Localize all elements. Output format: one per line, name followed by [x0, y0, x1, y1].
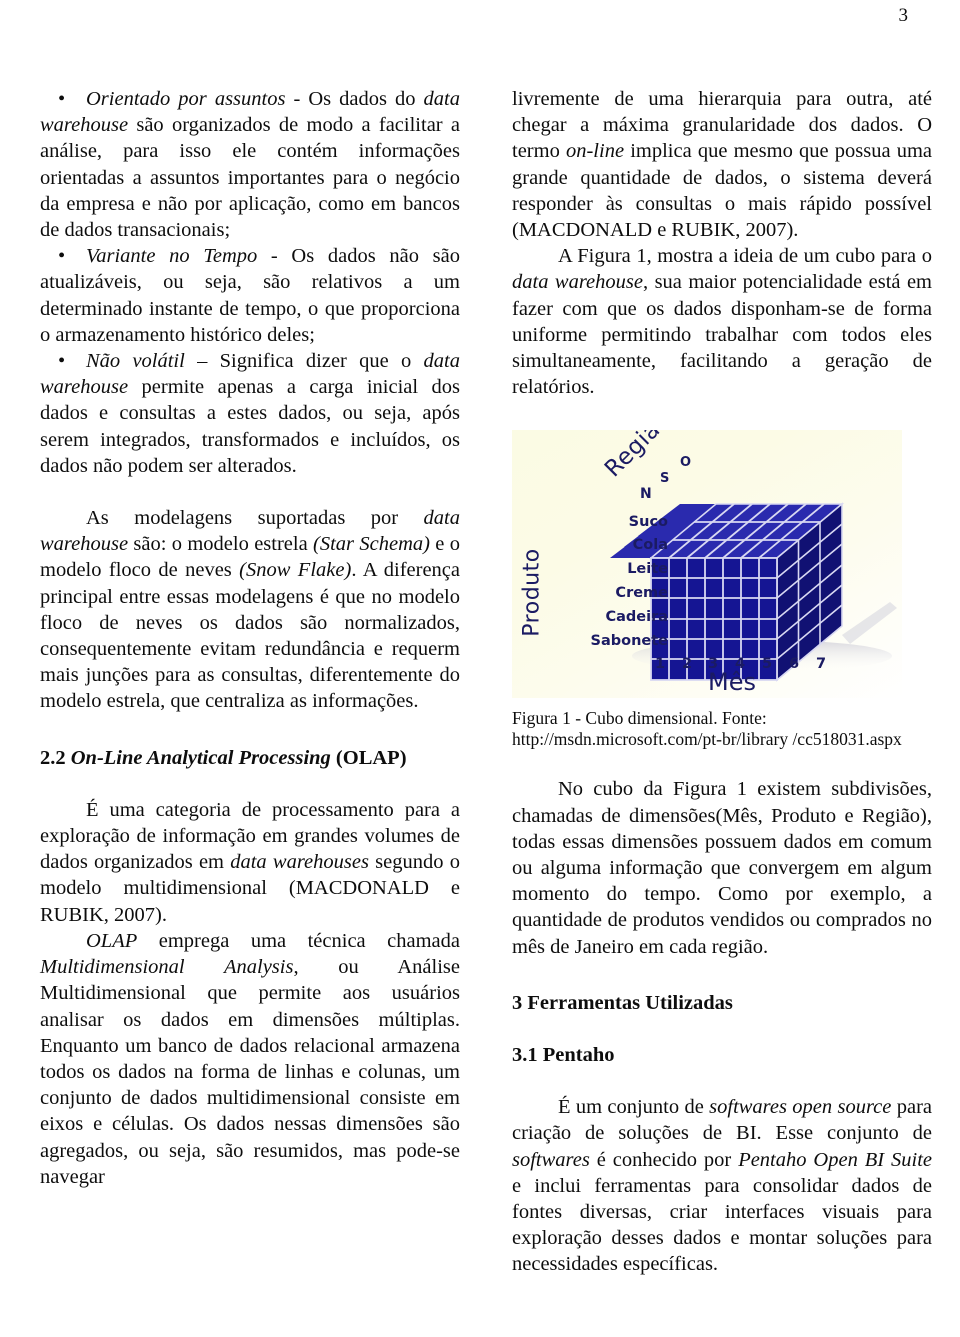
region-tick-o: O [680, 455, 692, 471]
product-tick-suco: Suco [628, 514, 668, 531]
bullet-orientado-por-assuntos: Orientado por assuntos - Os dados do dat… [40, 86, 460, 243]
document-page: 3 Orientado por assuntos - Os dados do d… [0, 0, 960, 1337]
text-run: . A diferença principal entre essas mode… [40, 559, 460, 713]
product-tick-cola: Cola [632, 537, 668, 554]
bullet-term: Orientado por assuntos [86, 88, 286, 110]
paragraph-modelagens: As modelagens suportadas por data wareho… [40, 505, 460, 715]
axis-label-mes: Mês [708, 668, 756, 697]
bullet-term: Variante no Tempo [86, 245, 258, 268]
text-italic-on-line: on-line [565, 140, 625, 163]
product-tick-leite: Leite [627, 561, 668, 578]
bullet-connector: - Os dados do [285, 88, 424, 110]
bullet-term: Não volátil [86, 350, 185, 373]
bullet-marker [40, 243, 86, 269]
product-tick-cadeira: Cadeira [605, 609, 668, 626]
bullet-marker [40, 348, 86, 374]
page-number: 3 [898, 5, 909, 26]
text-italic-dw: data warehouses [230, 851, 369, 874]
text-run: As modelagens suportadas por [86, 507, 424, 530]
text-run: são: o modelo estrela [128, 533, 314, 556]
paragraph-olap-definicao: É uma categoria de processamento para a … [40, 797, 460, 928]
heading-title-rest: (OLAP) [330, 746, 407, 769]
figure-1-block: Produto Região Mês N S O Suco Cola Leite… [512, 430, 932, 750]
text-run: É um conjunto de [558, 1096, 710, 1119]
heading-2-2-olap: 2.2 On-Line Analytical Processing (OLAP) [40, 745, 460, 771]
text-italic-pentaho-open-bi-suite: Pentaho Open BI Suite [738, 1148, 932, 1171]
paragraph-cubo-dimensoes: No cubo da Figura 1 existem subdivisões,… [512, 778, 932, 958]
region-tick-s: S [660, 471, 670, 487]
text-run: e inclui ferramentas para consolidar dad… [512, 1174, 932, 1276]
left-column: Orientado por assuntos - Os dados do dat… [40, 86, 460, 1190]
bullet-marker [40, 86, 86, 112]
product-tick-creme: Creme [615, 585, 668, 602]
text-run: A Figura 1, mostra a ideia de um cubo pa… [558, 245, 932, 268]
figure-1-image-olap-cube: Produto Região Mês N S O Suco Cola Leite… [512, 430, 902, 699]
figure-1-caption: Figura 1 - Cubo dimensional. Fonte: http… [512, 708, 932, 750]
heading-spacer [512, 1016, 932, 1042]
text-italic-snow-flake: (Snow Flake) [239, 559, 352, 582]
text-italic-softwares-open-source: softwares open source [709, 1096, 892, 1119]
bullet-nao-volatil: Não volátil – Significa dizer que o data… [40, 348, 460, 479]
text-run: , ou Análise Multidimensional que permit… [40, 956, 460, 1188]
month-tick-1: 1 [655, 656, 666, 673]
region-tick-n: N [640, 486, 652, 503]
text-italic-dw: data warehouse [512, 271, 643, 294]
heading-title-italic: On-Line Analytical Processing [70, 746, 331, 769]
text-run: emprega uma técnica chamada [137, 929, 460, 952]
paragraph-figura-intro: A Figura 1, mostra a ideia de um cubo pa… [512, 243, 932, 400]
paragraph-continuation: livremente de uma hierarquia para outra,… [512, 86, 932, 243]
month-tick-6: 6 [789, 656, 800, 673]
axis-label-produto: Produto [519, 548, 545, 638]
month-tick-3: 3 [708, 656, 719, 673]
heading-spacer [512, 1068, 932, 1094]
figure-caption-source-url: http://msdn.microsoft.com/pt-br/library … [512, 729, 902, 750]
month-tick-7: 7 [816, 656, 827, 673]
bullet-connector: – Significa dizer que o [184, 350, 424, 373]
heading-3-1-pentaho: 3.1 Pentaho [512, 1044, 615, 1067]
text-italic-softwares: softwares [512, 1148, 590, 1171]
paragraph-olap-multidimensional: OLAP emprega uma técnica chamada Multidi… [40, 928, 460, 1190]
heading-3-ferramentas-utilizadas: 3 Ferramentas Utilizadas [512, 991, 733, 1014]
text-run: é conhecido por [589, 1148, 739, 1171]
bullet-variante-no-tempo: Variante no Tempo - Os dados não são atu… [40, 243, 460, 348]
figure-caption-line-1: Figura 1 - Cubo dimensional. Fonte: [512, 708, 767, 729]
month-tick-5: 5 [762, 656, 773, 673]
right-column: livremente de uma hierarquia para outra,… [512, 86, 932, 1278]
text-italic-multidimensional-analysis: Multidimensional Analysis [40, 956, 294, 979]
paragraph-pentaho: É um conjunto de softwares open source p… [512, 1094, 932, 1277]
month-tick-2: 2 [682, 656, 693, 673]
figure-spacer [512, 750, 932, 776]
month-tick-4: 4 [735, 656, 746, 673]
text-italic-star-schema: (Star Schema) [313, 533, 430, 556]
text-italic-olap: OLAP [86, 929, 138, 952]
product-tick-sabonete: Sabonete [590, 633, 669, 650]
heading-number: 2.2 [40, 746, 71, 769]
heading-spacer [40, 771, 460, 797]
